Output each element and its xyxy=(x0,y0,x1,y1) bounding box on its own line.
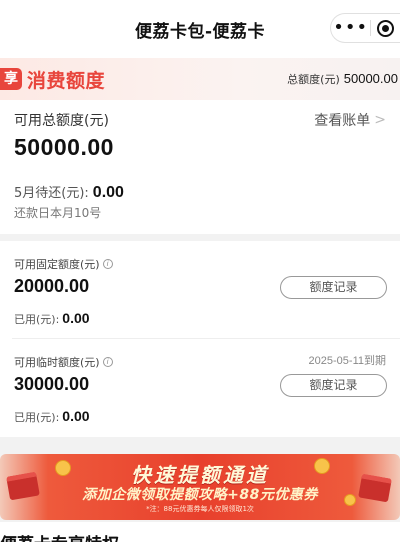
due-row: 5月待还(元): 0.00 xyxy=(14,182,124,202)
available-limit-label: 可用总额度(元) xyxy=(14,113,109,129)
chevron-right-icon: > xyxy=(374,112,386,128)
credit-header: 享 消费额度 总额度(元) 50000.00 xyxy=(0,58,400,100)
share-badge-icon: 享 xyxy=(0,68,22,90)
banner-note: *注：88元优惠券每人仅限领取1次 xyxy=(146,505,254,513)
temporary-used-label: 已用(元): xyxy=(14,411,60,424)
more-dots-icon[interactable]: ••• xyxy=(331,15,370,41)
repayment-date-note: 还款日本月10号 xyxy=(14,206,102,220)
fixed-used-label: 已用(元): xyxy=(14,313,60,326)
fixed-limit-record-button[interactable]: 额度记录 xyxy=(280,276,387,299)
temporary-limit-label: 可用临时额度(元) xyxy=(14,356,100,369)
window-title: 便荔卡包-便荔卡 xyxy=(134,21,266,42)
promo-banner[interactable]: 快速提额通道 添加企微领取提额攻略+88元优惠券 *注：88元优惠券每人仅限领取… xyxy=(0,454,400,520)
temporary-limit-label-row: 可用临时额度(元) i xyxy=(14,354,113,370)
section-title: 便荔卡专享特权 xyxy=(0,530,400,542)
header-brand: 消费额度 xyxy=(27,69,106,92)
temporary-limit-block: 可用临时额度(元) i 2025-05-11到期 30000.00 额度记录 已… xyxy=(0,339,400,437)
fixed-limit-label-row: 可用固定额度(元) i xyxy=(14,256,113,272)
fixed-limit-label: 可用固定额度(元) xyxy=(14,258,100,271)
top-nav-bar: 便荔卡包-便荔卡 ••• xyxy=(0,0,400,58)
due-value: 0.00 xyxy=(92,184,124,201)
temporary-used-value: 0.00 xyxy=(62,408,90,424)
view-bill-label: 查看账单 xyxy=(314,113,371,129)
mini-program-capsule: ••• xyxy=(330,13,400,43)
fixed-limit-block: 可用固定额度(元) i 20000.00 额度记录 已用(元): 0.00 xyxy=(0,241,400,339)
temporary-limit-value: 30000.00 xyxy=(14,374,90,394)
view-bill-link[interactable]: 查看账单 > xyxy=(314,110,386,130)
target-icon xyxy=(377,19,395,37)
fixed-limit-value: 20000.00 xyxy=(14,276,90,296)
available-limit-value: 50000.00 xyxy=(14,134,114,160)
banner-subtitle: 添加企微领取提额攻略+88元优惠券 xyxy=(82,487,318,503)
info-icon[interactable]: i xyxy=(102,259,113,269)
due-label: 5月待还(元): xyxy=(14,186,89,201)
limits-card: 可用固定额度(元) i 20000.00 额度记录 已用(元): 0.00 可用… xyxy=(0,241,400,437)
close-target-button[interactable] xyxy=(371,19,400,37)
fixed-used-row: 已用(元): 0.00 xyxy=(14,310,90,327)
info-icon[interactable]: i xyxy=(102,357,113,367)
fixed-used-value: 0.00 xyxy=(62,310,90,326)
total-limit: 总额度(元) 50000.00 xyxy=(287,71,398,87)
total-limit-value: 50000.00 xyxy=(343,71,398,86)
temporary-limit-record-button[interactable]: 额度记录 xyxy=(280,374,387,397)
temporary-limit-expiry: 2025-05-11到期 xyxy=(308,355,386,367)
total-limit-label: 总额度(元) xyxy=(287,73,340,86)
temporary-used-row: 已用(元): 0.00 xyxy=(14,408,90,425)
available-limit-card: 可用总额度(元) 查看账单 > 50000.00 5月待还(元): 0.00 还… xyxy=(0,100,400,234)
